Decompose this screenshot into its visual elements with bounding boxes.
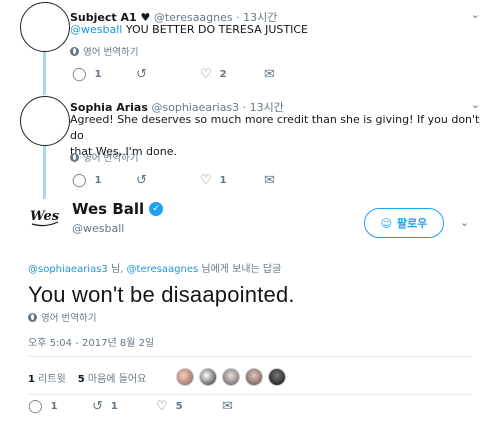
chevron-down-icon[interactable]: ⌄	[460, 216, 469, 229]
translate-label: 영어 번역하기	[83, 153, 139, 164]
avatar[interactable]	[20, 96, 70, 146]
reply-tweet-1[interactable]: Subject A1 ♥ @teresaagnes · 13시간 ⌄ @wesb…	[0, 0, 500, 92]
author-name[interactable]: Wes Ball	[72, 200, 144, 218]
globe-icon	[28, 312, 37, 322]
mention-link[interactable]: @sophiaearias3	[28, 264, 108, 275]
like-button[interactable]: ♡ 2	[200, 68, 227, 81]
dm-button[interactable]: ✉	[264, 68, 275, 81]
follow-button[interactable]: ☺ 팔로우	[364, 208, 444, 238]
reply-button[interactable]: ◯ 1	[72, 174, 102, 187]
engagement-stats: 1 리트윗 5 마음에 들어요	[28, 370, 146, 385]
liker-avatar[interactable]	[245, 368, 263, 386]
tweet-text: @wesball YOU BETTER DO TERESA JUSTICE	[70, 22, 490, 38]
retweet-button[interactable]: ↺	[136, 68, 155, 81]
dm-button[interactable]: ✉	[264, 174, 275, 187]
divider	[28, 356, 472, 357]
replying-to: @sophiaearias3 님, @teresaagnes 님에게 보내는 답…	[28, 260, 281, 275]
tweet-timestamp[interactable]: 오후 5:04 - 2017년 8월 2일	[28, 334, 154, 349]
reply-button[interactable]: ◯ 1	[28, 400, 58, 413]
globe-icon	[70, 46, 79, 56]
envelope-icon: ✉	[222, 399, 233, 414]
retweet-icon: ↺	[136, 67, 147, 82]
dm-button[interactable]: ✉	[222, 400, 233, 413]
chevron-down-icon[interactable]: ⌄	[471, 98, 480, 111]
divider	[28, 394, 472, 395]
heart-icon: ♡	[200, 173, 212, 188]
envelope-icon: ✉	[264, 173, 275, 188]
liker-avatar[interactable]	[199, 368, 217, 386]
follow-label: 팔로우	[397, 217, 428, 230]
reply-count: 1	[94, 69, 102, 80]
avatar[interactable]	[20, 2, 70, 52]
retweet-button[interactable]: ↺ 1	[92, 400, 118, 413]
liker-avatar[interactable]	[222, 368, 240, 386]
translate-label: 영어 번역하기	[83, 47, 139, 58]
chevron-down-icon[interactable]: ⌄	[471, 8, 480, 21]
tweet-text-line-1: Agreed! She deserves so much more credit…	[70, 113, 480, 142]
like-button[interactable]: ♡ 5	[156, 400, 183, 413]
author-name-row[interactable]: Wes Ball ✓	[72, 200, 164, 218]
mention-link[interactable]: @wesball	[70, 23, 122, 36]
translate-link[interactable]: 영어 번역하기	[70, 150, 138, 164]
verified-badge-icon: ✓	[149, 202, 164, 216]
liker-avatar[interactable]	[268, 368, 286, 386]
retweet-count: 1	[110, 401, 118, 412]
reply-tweet-2[interactable]: Sophia Arias @sophiaearias3 · 13시간 ⌄ Agr…	[0, 92, 500, 196]
speech-bubble-icon: ◯	[28, 399, 43, 414]
like-count: 1	[219, 175, 227, 186]
likes-stat[interactable]: 5 마음에 들어요	[78, 370, 147, 385]
reply-count: 1	[50, 401, 58, 412]
like-button[interactable]: ♡ 1	[200, 174, 227, 187]
follow-person-icon: ☺	[380, 216, 393, 230]
retweets-label: 리트윗	[34, 374, 66, 385]
translate-link[interactable]: 영어 번역하기	[28, 310, 96, 324]
envelope-icon: ✉	[264, 67, 275, 82]
reply-button[interactable]: ◯ 1	[72, 68, 102, 81]
retweets-stat[interactable]: 1 리트윗	[28, 370, 66, 385]
like-count: 2	[219, 69, 227, 80]
globe-icon	[70, 152, 79, 162]
speech-bubble-icon: ◯	[72, 173, 87, 188]
tweet-text-body: YOU BETTER DO TERESA JUSTICE	[122, 23, 308, 36]
replying-sep: 님,	[107, 264, 127, 275]
speech-bubble-icon: ◯	[72, 67, 87, 82]
main-tweet-text: You won't be disaapointed.	[28, 282, 295, 307]
translate-label: 영어 번역하기	[41, 313, 97, 324]
wes-logo-avatar[interactable]: Wes	[28, 206, 62, 230]
reply-count: 1	[94, 175, 102, 186]
replying-suffix: 님에게 보내는 답글	[198, 264, 282, 275]
author-handle[interactable]: @wesball	[72, 222, 124, 235]
retweet-button[interactable]: ↺	[136, 174, 155, 187]
retweets-count: 1	[28, 374, 35, 385]
heart-icon: ♡	[200, 67, 212, 82]
svg-text:Wes: Wes	[30, 209, 60, 224]
retweet-icon: ↺	[92, 399, 103, 414]
likes-count: 5	[77, 374, 85, 385]
liker-avatar[interactable]	[176, 368, 194, 386]
retweet-icon: ↺	[136, 173, 147, 188]
mention-link[interactable]: @teresaagnes	[127, 264, 199, 275]
heart-icon: ♡	[156, 399, 168, 414]
likes-label: 마음에 들어요	[84, 374, 147, 385]
like-count: 5	[175, 401, 183, 412]
translate-link[interactable]: 영어 번역하기	[70, 44, 138, 58]
